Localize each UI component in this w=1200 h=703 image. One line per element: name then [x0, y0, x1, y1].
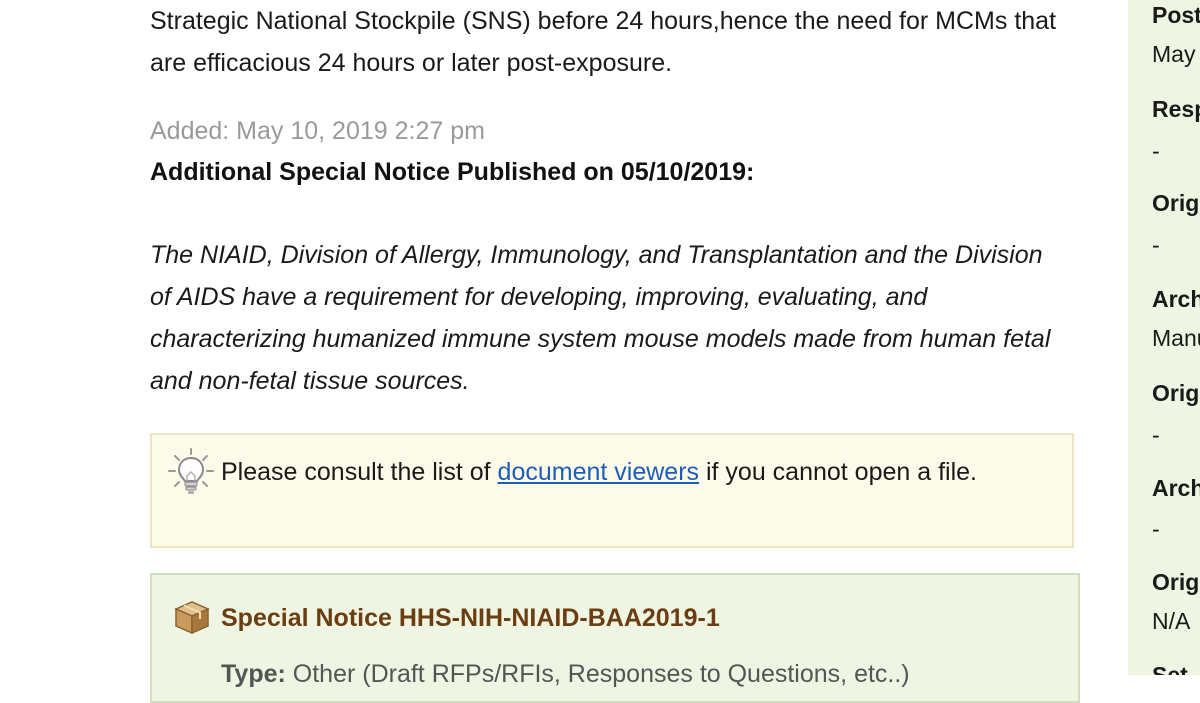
type-value: Other (Draft RFPs/RFIs, Responses to Que… — [285, 660, 910, 688]
document-viewers-tip: Please consult the list of document view… — [150, 433, 1074, 548]
sidebar-label-original-1: Original — [1152, 190, 1200, 216]
type-label: Type: — [221, 660, 286, 688]
additional-notice-heading: Additional Special Notice Published on 0… — [150, 158, 755, 186]
sidebar-value-original-1: - — [1152, 232, 1160, 258]
sidebar-value-original-2: - — [1152, 422, 1160, 448]
sidebar-value-response: - — [1152, 138, 1160, 164]
sidebar-value-posted: May — [1152, 41, 1196, 67]
tip-prefix: Please consult the list of — [221, 458, 498, 486]
sidebar-label-archive-2: Archive — [1152, 475, 1200, 501]
description-paragraph: Strategic National Stockpile (SNS) befor… — [150, 7, 1057, 77]
sidebar-value-archive-2: - — [1152, 516, 1160, 542]
sidebar-label-original-2: Original — [1152, 380, 1200, 406]
sidebar-value-original-3: N/A — [1152, 608, 1191, 634]
sidebar-label-posted: Posted — [1152, 2, 1200, 28]
tip-suffix: if you cannot open a file. — [699, 458, 977, 486]
added-timestamp: Added: May 10, 2019 2:27 pm — [150, 117, 485, 145]
special-notice-title[interactable]: Special Notice HHS-NIH-NIAID-BAA2019-1 — [221, 601, 720, 635]
lightbulb-icon — [168, 448, 214, 494]
notice-type: Type: Other (Draft RFPs/RFIs, Responses … — [221, 657, 910, 691]
sidebar-value-archive-1: Manual — [1152, 325, 1200, 351]
sidebar-label-set: Set — [1152, 662, 1188, 675]
notice-body: The NIAID, Division of Allergy, Immunolo… — [150, 241, 1051, 395]
sidebar-label-archive-1: Archive — [1152, 286, 1200, 312]
tip-text: Please consult the list of document view… — [221, 451, 1051, 493]
sidebar-label-response: Response — [1152, 96, 1200, 122]
special-notice-panel: Special Notice HHS-NIH-NIAID-BAA2019-1 T… — [150, 573, 1080, 703]
sidebar-label-original-3: Original — [1152, 569, 1200, 595]
package-icon — [174, 601, 210, 635]
document-viewers-link[interactable]: document viewers — [498, 458, 699, 486]
details-sidebar: Posted May Response - Original - Archive… — [1128, 0, 1200, 675]
